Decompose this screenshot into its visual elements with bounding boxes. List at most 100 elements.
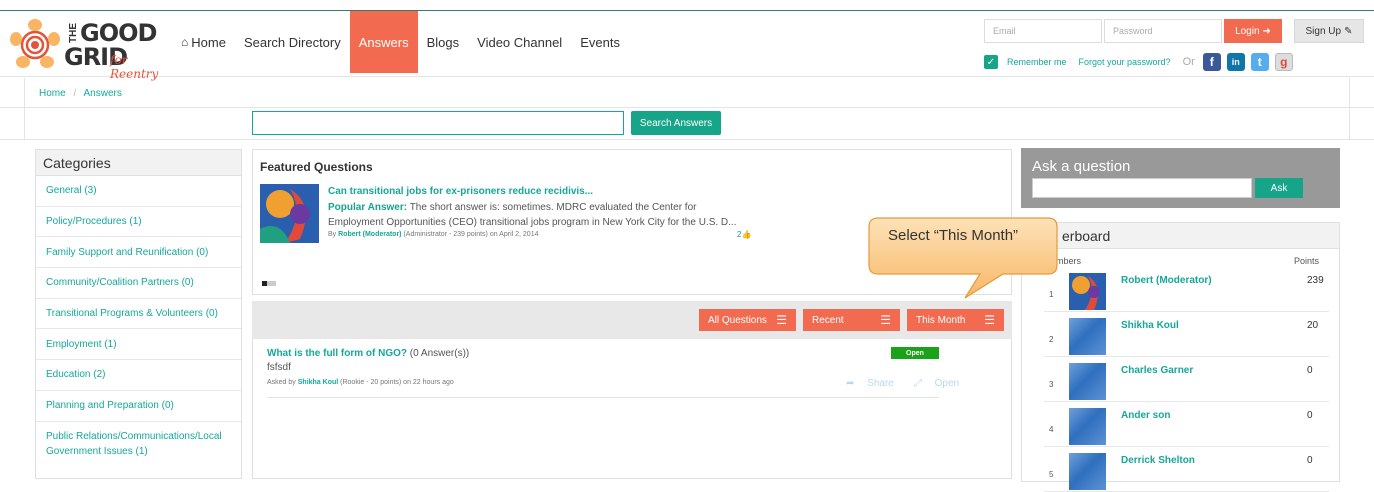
carousel-dot[interactable] <box>267 281 276 286</box>
member-name-link[interactable]: Robert (Moderator) <box>1121 275 1212 286</box>
ask-button[interactable]: Ask <box>1255 178 1303 198</box>
password-field[interactable]: Password <box>1104 19 1222 43</box>
featured-answer: Popular Answer: The short answer is: som… <box>328 200 748 230</box>
rank: 3 <box>1049 380 1054 389</box>
question-list: What is the full form of NGO? (0 Answer(… <box>252 339 1012 479</box>
rank: 2 <box>1049 335 1054 344</box>
share-label: Share <box>867 378 894 389</box>
open-button[interactable]: ⤢ Open <box>914 378 969 389</box>
category-item[interactable]: Education (2) <box>36 360 241 391</box>
search-input[interactable] <box>252 111 624 135</box>
leaderboard-row[interactable]: 4 Ander son 0 <box>1044 403 1329 447</box>
nav-home[interactable]: ⌂ Home <box>172 11 235 73</box>
leaderboard-row[interactable]: 3 Charles Garner 0 <box>1044 358 1329 402</box>
question-author-meta: (Rookie - 20 points) on 22 hours ago <box>340 379 454 386</box>
member-name-link[interactable]: Charles Garner <box>1121 365 1193 376</box>
member-points: 0 <box>1307 410 1313 421</box>
leaderboard-row[interactable]: 1 Robert (Moderator) 239 <box>1044 268 1329 312</box>
breadcrumb-home[interactable]: Home <box>39 88 66 99</box>
search-row: Search Answers <box>0 108 1374 140</box>
like-count[interactable]: 2👍 <box>737 230 751 239</box>
member-name-link[interactable]: Derrick Shelton <box>1121 455 1195 466</box>
or-label: Or <box>1182 56 1195 68</box>
featured-question-link[interactable]: Can transitional jobs for ex-prisoners r… <box>328 186 593 197</box>
popular-answer-label: Popular Answer: <box>328 202 408 213</box>
carousel-dots <box>262 281 276 286</box>
twitter-icon[interactable]: t <box>1250 53 1269 71</box>
menu-icon: ☰ <box>984 313 995 327</box>
leaderboard-title: erboard <box>1022 223 1339 249</box>
share-icon: ➦ <box>846 378 855 389</box>
categories-panel: Categories General (3) Policy/Procedures… <box>35 149 242 479</box>
all-questions-label: All Questions <box>708 314 767 326</box>
ask-input[interactable] <box>1032 178 1252 198</box>
leaderboard-panel: erboard mbers Points 1 Robert (Moderator… <box>1021 222 1340 492</box>
category-item[interactable]: Transitional Programs & Volunteers (0) <box>36 299 241 330</box>
nav-events[interactable]: Events <box>571 11 629 73</box>
logo[interactable]: THE GOOD GRID for Reentry <box>10 17 170 81</box>
breadcrumb-current[interactable]: Answers <box>83 88 121 99</box>
avatar <box>1069 408 1106 445</box>
question-meta: Asked by Shikha Koul (Rookie - 20 points… <box>267 379 454 386</box>
linkedin-icon[interactable]: in <box>1226 53 1245 71</box>
nav-search-directory[interactable]: Search Directory <box>235 11 350 73</box>
leaderboard-row[interactable]: 2 Shikha Koul 20 <box>1044 313 1329 357</box>
facebook-icon[interactable]: f <box>1202 53 1221 71</box>
recent-label: Recent <box>812 314 844 326</box>
home-icon: ⌂ <box>181 35 189 49</box>
category-item[interactable]: Family Support and Reunification (0) <box>36 237 241 269</box>
nav-home-label: Home <box>191 34 226 50</box>
members-header: mbers <box>1056 256 1082 266</box>
email-field[interactable]: Email <box>984 19 1102 43</box>
category-item[interactable]: Planning and Preparation (0) <box>36 391 241 422</box>
open-label: Open <box>934 378 960 389</box>
category-item[interactable]: Community/Coalition Partners (0) <box>36 268 241 299</box>
asked-by-label: Asked by <box>267 379 296 386</box>
category-item[interactable]: Policy/Procedures (1) <box>36 207 241 238</box>
this-month-label: This Month <box>916 314 966 326</box>
featured-image <box>260 184 319 243</box>
login-button[interactable]: Login ➜ <box>1224 19 1282 43</box>
category-item[interactable]: General (3) <box>36 176 241 207</box>
google-icon[interactable]: g <box>1274 53 1293 71</box>
nav-blogs[interactable]: Blogs <box>418 11 469 73</box>
forgot-password-link[interactable]: Forgot your password? <box>1079 57 1171 67</box>
all-questions-button[interactable]: All Questions ☰ <box>699 309 796 331</box>
nav-answers[interactable]: Answers <box>349 11 418 73</box>
edit-icon: ✎ <box>1344 25 1353 37</box>
breadcrumb-bar: Home / Answers <box>0 78 1374 108</box>
category-item[interactable]: Employment (1) <box>36 329 241 361</box>
question-author-link[interactable]: Shikha Koul <box>298 379 338 386</box>
avatar <box>1069 318 1106 355</box>
categories-title: Categories <box>36 150 241 176</box>
member-points: 239 <box>1307 275 1324 286</box>
featured-author-link[interactable]: Robert (Moderator) <box>338 231 401 238</box>
remember-checkbox[interactable]: ✓ <box>984 55 998 69</box>
this-month-button[interactable]: This Month ☰ <box>907 309 1004 331</box>
ask-title: Ask a question <box>1032 158 1131 175</box>
member-name-link[interactable]: Ander son <box>1121 410 1170 421</box>
avatar <box>1069 363 1106 400</box>
recent-button[interactable]: Recent ☰ <box>803 309 900 331</box>
ask-question-panel: Ask a question Ask <box>1021 148 1340 208</box>
leaderboard-row[interactable]: 5 Derrick Shelton 0 <box>1044 448 1329 492</box>
header: THE GOOD GRID for Reentry ⌂ Home Search … <box>0 11 1374 81</box>
logo-tagline: for Reentry <box>110 53 159 81</box>
member-points: 0 <box>1307 365 1313 376</box>
remember-label[interactable]: Remember me <box>1007 57 1067 67</box>
search-answers-button[interactable]: Search Answers <box>631 111 721 135</box>
logo-the: THE <box>68 23 79 43</box>
question-actions: ➦ Share ⤢ Open <box>846 378 979 389</box>
filter-bar: All Questions ☰ Recent ☰ This Month ☰ <box>252 301 1012 339</box>
by-label: By <box>328 231 337 238</box>
question-title-link[interactable]: What is the full form of NGO? <box>267 348 407 359</box>
nav-video-channel[interactable]: Video Channel <box>468 11 571 73</box>
featured-meta: By Robert (Moderator) (Administrator - 2… <box>328 231 538 238</box>
login-label: Login <box>1235 25 1260 37</box>
member-name-link[interactable]: Shikha Koul <box>1121 320 1179 331</box>
breadcrumb: Home / Answers <box>39 88 122 99</box>
rank: 4 <box>1049 425 1054 434</box>
share-button[interactable]: ➦ Share <box>846 378 904 389</box>
signup-button[interactable]: Sign Up ✎ <box>1294 19 1364 43</box>
category-item[interactable]: Public Relations/Communications/Local Go… <box>36 422 241 468</box>
